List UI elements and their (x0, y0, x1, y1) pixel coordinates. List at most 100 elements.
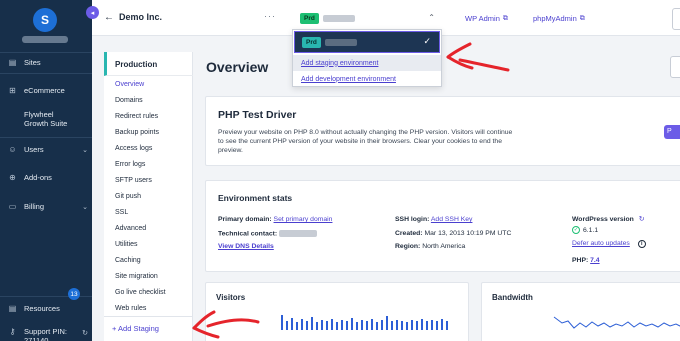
rail-item-sites[interactable]: ▤ Sites (8, 58, 88, 67)
visitors-bar (351, 318, 353, 330)
refresh-icon[interactable]: ↻ (639, 216, 645, 223)
php-preview-button[interactable]: P (664, 125, 680, 139)
refresh-icon[interactable]: ↻ (82, 329, 88, 337)
checkmark-icon: ✓ (423, 36, 431, 46)
view-dns-details-link[interactable]: View DNS Details (218, 243, 274, 250)
subnav-item-redirect-rules[interactable]: Redirect rules (115, 113, 158, 120)
users-icon: ☺ (8, 145, 17, 154)
back-arrow-icon[interactable]: ← (104, 12, 114, 23)
created-value: Mar 13, 2013 10:19 PM UTC (424, 230, 512, 237)
wordpress-version-value-row: ✓ 6.1.1 (572, 226, 598, 234)
visitors-bar (336, 322, 338, 330)
region-value: North America (422, 243, 466, 250)
chevron-left-icon: ◂ (90, 9, 95, 17)
bandwidth-card: Bandwidth (481, 282, 680, 341)
visitors-bar (376, 322, 378, 330)
set-primary-domain-link[interactable]: Set primary domain (274, 216, 333, 223)
phpmyadmin-link[interactable]: phpMyAdmin ⧉ (533, 14, 585, 23)
add-ons-icon: ⊕ (9, 173, 16, 182)
defer-auto-updates-link[interactable]: Defer auto updates (572, 240, 630, 247)
subnav-item-web-rules[interactable]: Web rules (115, 305, 146, 312)
subnav-item-ssl[interactable]: SSL (115, 209, 128, 216)
chevron-down-icon: ⌄ (82, 203, 88, 211)
support-pin-label: Support PIN: (24, 327, 67, 336)
subnav-item-advanced[interactable]: Advanced (115, 225, 146, 232)
php-version-row: PHP: 7.4 (572, 257, 600, 264)
visitors-bar (316, 322, 318, 330)
more-options-icon[interactable]: ··· (264, 11, 276, 21)
region-row: Region: North America (395, 243, 465, 250)
rail-item-billing[interactable]: ▭ Billing ⌄ (8, 202, 88, 211)
bandwidth-line (553, 316, 680, 329)
wp-admin-label: WP Admin (465, 14, 500, 23)
environment-stats-card: Environment stats Primary domain: Set pr… (205, 180, 680, 272)
sites-icon: ▤ (8, 58, 17, 67)
info-icon[interactable]: i (637, 240, 646, 248)
wordpress-version-row: WordPress version ↻ (572, 215, 644, 223)
subnav-item-git-push[interactable]: Git push (115, 193, 141, 200)
defer-auto-updates-row: Defer auto updates i (572, 240, 646, 248)
subnav-item-sftp-users[interactable]: SFTP users (115, 177, 152, 184)
technical-contact-row: Technical contact: (218, 230, 318, 238)
subnav-item-overview[interactable]: Overview (115, 81, 144, 88)
wp-admin-link[interactable]: WP Admin ⧉ (465, 14, 508, 23)
rail-item-flywheel-growth-suite[interactable]: Flywheel Growth Suite (8, 110, 88, 128)
top-right-button[interactable] (672, 8, 680, 30)
visitors-bar (436, 321, 438, 330)
php-version-label: PHP: (572, 257, 589, 264)
subnav-item-site-migration[interactable]: Site migration (115, 273, 158, 280)
overview-action-button[interactable] (670, 56, 680, 78)
environment-dropdown: Prd ✓ Add staging environment Add develo… (292, 29, 442, 87)
rail-item-support-pin[interactable]: ⚷ Support PIN: 271140 ↻ (8, 327, 88, 341)
subnav-item-caching[interactable]: Caching (115, 257, 141, 264)
env-name-redacted (322, 14, 355, 22)
rail-item-label: Users (24, 145, 44, 154)
ssh-login-label: SSH login: (395, 216, 430, 223)
subnav-item-error-logs[interactable]: Error logs (115, 161, 145, 168)
visitors-bar (441, 319, 443, 330)
account-avatar[interactable]: S (33, 8, 57, 32)
add-staging-link[interactable]: + Add Staging (112, 324, 159, 333)
visitors-bar (331, 319, 333, 330)
visitors-bar (306, 321, 308, 330)
php-version-link[interactable]: 7.4 (590, 257, 599, 264)
add-development-environment-option[interactable]: Add development environment (293, 71, 441, 87)
rail-item-ecommerce[interactable]: ⊞ eCommerce (8, 86, 88, 95)
add-staging-environment-option[interactable]: Add staging environment (293, 55, 441, 71)
rail-item-resources[interactable]: ▤ Resources (8, 304, 88, 313)
dropdown-current-environment[interactable]: Prd ✓ (294, 31, 440, 53)
visitors-bar (301, 319, 303, 330)
phpmyadmin-label: phpMyAdmin (533, 14, 577, 23)
collapse-sidebar-button[interactable]: ◂ (86, 6, 99, 19)
visitors-bar (326, 321, 328, 330)
view-dns-details-label: View DNS Details (218, 243, 274, 250)
subnav-item-utilities[interactable]: Utilities (115, 241, 138, 248)
billing-icon: ▭ (8, 202, 17, 211)
rail-item-add-ons[interactable]: ⊕ Add-ons (8, 173, 88, 182)
subnav-item-backup-points[interactable]: Backup points (115, 129, 159, 136)
add-ssh-key-link[interactable]: Add SSH Key (431, 216, 473, 223)
external-link-icon: ⧉ (502, 14, 508, 22)
visitors-bar (396, 320, 398, 330)
bandwidth-mini-chart (553, 316, 680, 329)
subnav-item-go-live-checklist[interactable]: Go live checklist (115, 289, 166, 296)
technical-contact-label: Technical contact: (218, 230, 278, 238)
visitors-bar (416, 321, 418, 330)
subnav-item-domains[interactable]: Domains (115, 97, 143, 104)
environment-selector[interactable]: Prd ⌃ (295, 7, 443, 29)
php-test-driver-description: Preview your website on PHP 8.0 without … (218, 129, 513, 154)
ssh-login-row: SSH login: Add SSH Key (395, 216, 472, 223)
visitors-bar (421, 319, 423, 330)
env-badge: Prd (300, 12, 319, 24)
left-rail: S ▤ Sites ⊞ eCommerce Flywheel Growth Su… (0, 0, 92, 341)
visitors-bar (281, 315, 283, 330)
visitors-bar (431, 320, 433, 330)
visitors-bar (311, 317, 313, 330)
visitors-bar (371, 319, 373, 330)
subnav-item-access-logs[interactable]: Access logs (115, 145, 152, 152)
rail-item-label: Billing (24, 202, 45, 211)
rail-item-users[interactable]: ☺ Users ⌄ (8, 145, 88, 154)
ecommerce-icon: ⊞ (9, 86, 16, 95)
visitors-bar (346, 321, 348, 330)
support-pin-value: 271140 (24, 336, 49, 341)
